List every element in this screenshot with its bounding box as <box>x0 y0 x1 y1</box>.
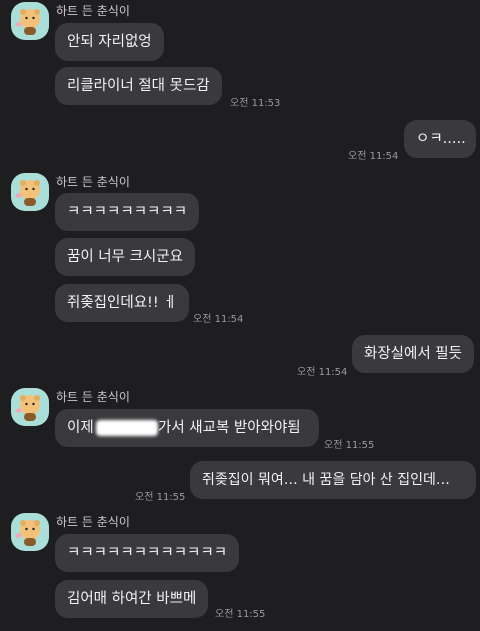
message-timestamp: 오전 11:55 <box>215 609 266 620</box>
my-message-bubble[interactable]: 화장실에서 필듯 <box>352 335 474 373</box>
choonsik-avatar-icon[interactable] <box>11 2 49 40</box>
message-bubble[interactable]: 리클라이너 절대 못드감 <box>55 67 222 105</box>
message-timestamp: 오전 11:54 <box>348 151 399 162</box>
my-message-bubble[interactable]: 쥐좆집이 뭐여… 내 꿈을 담아 산 집인데… <box>190 461 476 499</box>
message-bubble[interactable]: 안되 자리없엉 <box>55 23 164 61</box>
message-bubble[interactable]: 김어매 하여간 바쁘메 <box>55 580 209 618</box>
chat-room: 하트 든 춘식이 안되 자리없엉 리클라이너 절대 못드감 오전 11:53 오… <box>0 0 480 631</box>
message-timestamp: 오전 11:54 <box>297 367 348 378</box>
sender-name: 하트 든 춘식이 <box>56 175 130 189</box>
message-bubble[interactable]: ㅋㅋㅋㅋㅋㅋㅋㅋㅋ <box>55 193 200 231</box>
message-bubble[interactable]: 꿈이 너무 크시군요 <box>55 238 195 276</box>
choonsik-avatar-icon[interactable] <box>11 173 49 211</box>
message-bubble[interactable]: ㅋㅋㅋㅋㅋㅋㅋㅋㅋㅋㅋㅋ <box>55 534 240 572</box>
sender-name: 하트 든 춘식이 <box>56 390 130 404</box>
message-timestamp: 오전 11:55 <box>324 440 375 451</box>
choonsik-avatar-icon[interactable] <box>11 513 49 551</box>
message-timestamp: 오전 11:53 <box>230 98 281 109</box>
message-text-after: 가서 새교복 받아와야됨 <box>158 420 301 436</box>
redaction-mark <box>96 420 158 436</box>
message-timestamp: 오전 11:55 <box>135 492 186 503</box>
message-text-before: 이제 <box>67 420 94 436</box>
choonsik-avatar-icon[interactable] <box>11 388 49 426</box>
my-message-bubble[interactable]: ㅇㅋ..... <box>404 120 476 158</box>
message-timestamp: 오전 11:54 <box>193 314 244 325</box>
sender-name: 하트 든 춘식이 <box>56 515 130 529</box>
sender-name: 하트 든 춘식이 <box>56 4 130 18</box>
message-bubble[interactable]: 쥐좆집인데요!! ㅔ <box>55 284 189 322</box>
